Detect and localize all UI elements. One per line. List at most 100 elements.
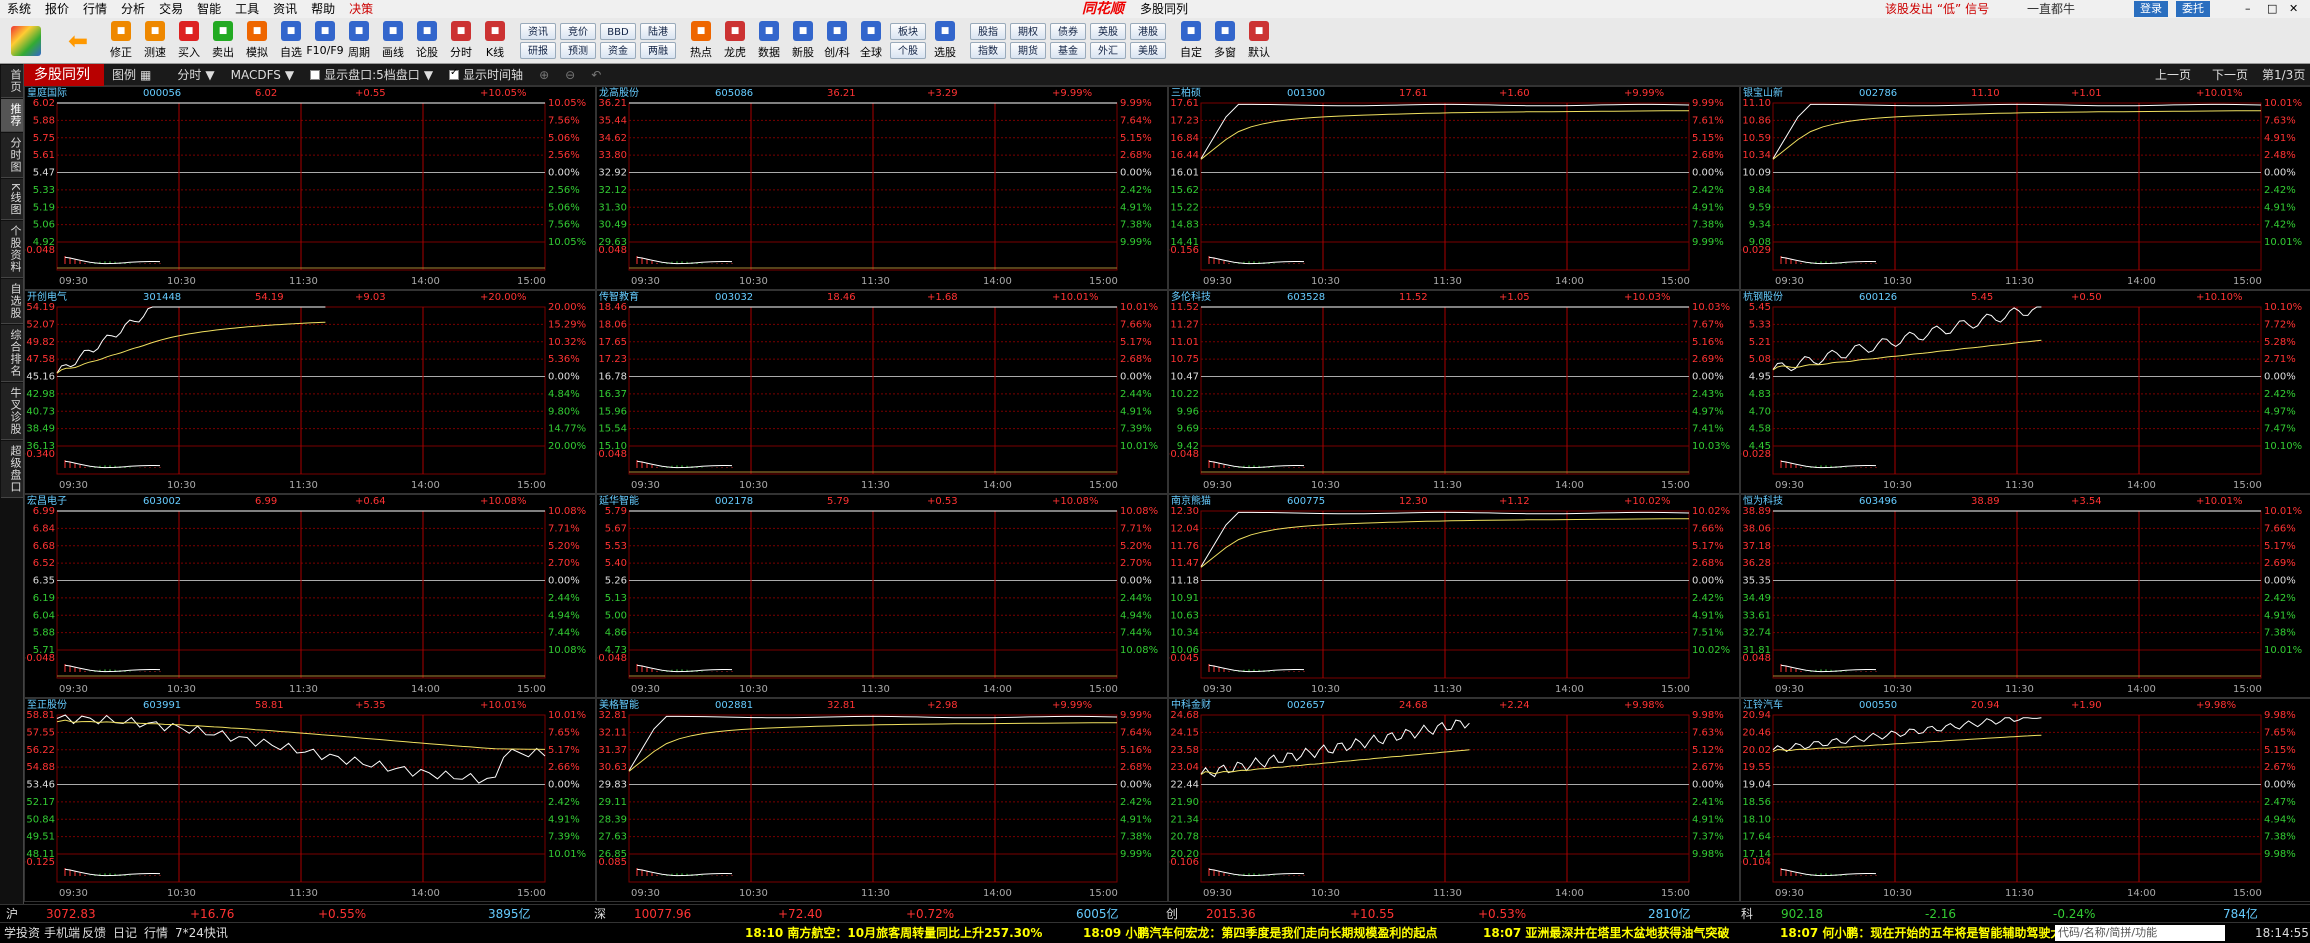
indicator-select[interactable]: MACDFS ▼ <box>223 68 303 82</box>
checkbox[interactable] <box>310 69 321 80</box>
toolbar-pair-button[interactable]: 个股 <box>890 42 926 59</box>
news-headline[interactable]: 18:07 何小鹏：现在开始的五年将是智能辅助驾驶大爆发 <box>1780 923 2086 943</box>
ticker-link-5[interactable]: 7*24快讯 <box>175 923 228 943</box>
back-icon[interactable]: ⬅ <box>52 18 104 64</box>
stock-panel[interactable]: 三柏硕 001300 17.61 +1.60 +9.99% 17.61 9.99% 17.23… <box>1168 86 1740 290</box>
stock-panel[interactable]: 宏昌电子 603002 6.99 +0.64 +10.08% 6.99 10.08% 6.84… <box>24 494 596 698</box>
toolbar-btns2-0[interactable]: ■ 热点 <box>684 18 718 64</box>
ticker-link-0[interactable]: 学投资 <box>4 923 40 943</box>
toolbar-btns1-1[interactable]: ■ 测速 <box>138 18 172 64</box>
index-value[interactable]: 3072.83 <box>46 905 96 923</box>
undo-icon[interactable]: ↶ <box>583 68 609 82</box>
toolbar-pair-button[interactable]: 资金 <box>600 42 636 59</box>
toolbar-btns2-1[interactable]: ■ 龙虎 <box>718 18 752 64</box>
toolbar-btns1-5[interactable]: ■ 自选 <box>274 18 308 64</box>
intraday-chart[interactable]: 11.52 10.03% 11.27 7.67% 11.01 5.16% 10.75 2.69… <box>1169 291 1741 495</box>
checkbox[interactable] <box>449 67 460 80</box>
intraday-chart[interactable]: 17.61 9.99% 17.23 7.61% 16.84 5.15% 16.44 2.68%… <box>1169 87 1741 291</box>
toolbar-pair-button[interactable]: BBD <box>600 23 636 40</box>
stock-panel[interactable]: 传智教育 003032 18.46 +1.68 +10.01% 18.46 10.01% 18… <box>596 290 1168 494</box>
stock-panel[interactable]: 皇庭国际 000056 6.02 +0.55 +10.05% 6.02 10.05% 5.88… <box>24 86 596 290</box>
toolbar-btns3-0[interactable]: ■ 选股 <box>928 18 962 64</box>
layout-select[interactable]: 图例 ▦ <box>104 66 159 83</box>
toolbar-pair-button[interactable]: 债券 <box>1050 23 1086 40</box>
stock-panel[interactable]: 至正股份 603991 58.81 +5.35 +10.01% 58.81 10.01% 57… <box>24 698 596 902</box>
toolbar-btns4-1[interactable]: ■ 多窗 <box>1208 18 1242 64</box>
news-headline[interactable]: 18:10 南方航空：10月旅客周转量同比上升257.30% <box>745 923 1042 943</box>
toolbar-pair-button[interactable]: 基金 <box>1050 42 1086 59</box>
window-close-icon[interactable]: ✕ <box>2289 1 2298 17</box>
prev-page-button[interactable]: 上一页 <box>2155 64 2191 86</box>
intraday-chart[interactable]: 58.81 10.01% 57.55 7.65% 56.22 5.17% 54.88 2.66… <box>25 699 597 903</box>
side-tab-0[interactable]: 首页 <box>1 65 23 98</box>
menu-item-9[interactable]: 决策 <box>342 0 380 18</box>
toolbar-btns2-2[interactable]: ■ 数据 <box>752 18 786 64</box>
ticker-link-3[interactable]: 日记 <box>113 923 137 943</box>
toolbar-btns1-6[interactable]: ■ F10/F9 <box>306 18 344 64</box>
show-timeaxis-toggle[interactable]: 显示时间轴 <box>441 66 531 83</box>
stock-panel[interactable]: 美格智能 002881 32.81 +2.98 +9.99% 32.81 9.99% 32.1… <box>596 698 1168 902</box>
menu-item-8[interactable]: 帮助 <box>304 0 342 18</box>
toolbar-btns1-10[interactable]: ■ 分时 <box>444 18 478 64</box>
toolbar-pair-button[interactable]: 期权 <box>1010 23 1046 40</box>
side-tab-8[interactable]: 超级盘口 <box>1 441 23 499</box>
show-orderbook-toggle[interactable]: 显示盘口:5档盘口 ▼ <box>302 66 441 83</box>
side-tab-1[interactable]: 推荐 <box>1 99 23 132</box>
toolbar-btns1-2[interactable]: ■ 买入 <box>172 18 206 64</box>
menu-item-5[interactable]: 智能 <box>190 0 228 18</box>
window-min-icon[interactable]: – <box>2245 1 2251 17</box>
period-select[interactable]: 分时 ▼ <box>169 66 222 83</box>
intraday-chart[interactable]: 54.19 20.00% 52.07 15.29% 49.82 10.32% 47.58 5.… <box>25 291 597 495</box>
toolbar-pair-button[interactable]: 指数 <box>970 42 1006 59</box>
toolbar-pair-button[interactable]: 板块 <box>890 23 926 40</box>
index-value[interactable]: 10077.96 <box>634 905 691 923</box>
side-tab-5[interactable]: 自选股 <box>1 279 23 325</box>
stock-panel[interactable]: 中科金财 002657 24.68 +2.24 +9.98% 24.68 9.98% 24.1… <box>1168 698 1740 902</box>
menu-item-3[interactable]: 分析 <box>114 0 152 18</box>
toolbar-btns1-11[interactable]: ■ K线 <box>478 18 512 64</box>
stock-panel[interactable]: 开创电气 301448 54.19 +9.03 +20.00% 54.19 20.00% 52… <box>24 290 596 494</box>
menu-item-6[interactable]: 工具 <box>228 0 266 18</box>
intraday-chart[interactable]: 6.99 10.08% 6.84 7.71% 6.68 5.20% 6.52 2.70% 6.3… <box>25 495 597 699</box>
index-value[interactable]: 902.18 <box>1781 905 1823 923</box>
toolbar-btns1-8[interactable]: ■ 画线 <box>376 18 410 64</box>
intraday-chart[interactable]: 32.81 9.99% 32.11 7.64% 31.37 5.16% 30.63 2.68%… <box>597 699 1169 903</box>
toolbar-btns1-9[interactable]: ■ 论股 <box>410 18 444 64</box>
entrust-button[interactable]: 委托 <box>2176 1 2210 17</box>
side-tab-2[interactable]: 分时图 <box>1 133 23 178</box>
menu-item-7[interactable]: 资讯 <box>266 0 304 18</box>
toolbar-btns4-0[interactable]: ■ 自定 <box>1174 18 1208 64</box>
index-value[interactable]: 2015.36 <box>1206 905 1256 923</box>
news-headline[interactable]: 18:07 亚洲最深井在塔里木盆地获得油气突破 <box>1483 923 1729 943</box>
search-input[interactable]: 代码/名称/简拼/功能 <box>2055 925 2225 941</box>
side-tab-4[interactable]: 个股资料 <box>1 221 23 279</box>
toolbar-btns2-3[interactable]: ■ 新股 <box>786 18 820 64</box>
toolbar-btns1-4[interactable]: ■ 模拟 <box>240 18 274 64</box>
ticker-link-4[interactable]: 行情 <box>144 923 168 943</box>
zoom-out-icon[interactable]: ⊖ <box>557 68 583 82</box>
toolbar-pair-button[interactable]: 两融 <box>640 42 676 59</box>
stock-panel[interactable]: 恒为科技 603496 38.89 +3.54 +10.01% 38.89 10.01% 38… <box>1740 494 2310 698</box>
stock-panel[interactable]: 南京熊猫 600775 12.30 +1.12 +10.02% 12.30 10.02% 12… <box>1168 494 1740 698</box>
news-headline[interactable]: 18:09 小鹏汽车何宏龙：第四季度是我们走向长期规模盈利的起点 <box>1083 923 1437 943</box>
toolbar-pair-button[interactable]: 竞价 <box>560 23 596 40</box>
side-tab-6[interactable]: 综合排名 <box>1 325 23 383</box>
layout-icon[interactable] <box>0 18 52 64</box>
toolbar-pair-button[interactable]: 股指 <box>970 23 1006 40</box>
menu-item-4[interactable]: 交易 <box>152 0 190 18</box>
intraday-chart[interactable]: 5.79 10.08% 5.67 7.71% 5.53 5.20% 5.40 2.70% 5.2… <box>597 495 1169 699</box>
intraday-chart[interactable]: 5.45 10.10% 5.33 7.72% 5.21 5.28% 5.08 2.71% 4.9… <box>1741 291 2310 495</box>
toolbar-pair-button[interactable]: 英股 <box>1090 23 1126 40</box>
stock-panel[interactable]: 多伦科技 603528 11.52 +1.05 +10.03% 11.52 10.03% 11… <box>1168 290 1740 494</box>
menu-item-2[interactable]: 行情 <box>76 0 114 18</box>
intraday-chart[interactable]: 36.21 9.99% 35.44 7.64% 34.62 5.15% 33.80 2.68%… <box>597 87 1169 291</box>
intraday-chart[interactable]: 6.02 10.05% 5.88 7.56% 5.75 5.06% 5.61 2.56% 5.4… <box>25 87 597 291</box>
stock-panel[interactable]: 江铃汽车 000550 20.94 +1.90 +9.98% 20.94 9.98% 20.4… <box>1740 698 2310 902</box>
stock-panel[interactable]: 银宝山新 002786 11.10 +1.01 +10.01% 11.10 10.01% 10… <box>1740 86 2310 290</box>
window-max-icon[interactable]: □ <box>2267 1 2277 17</box>
next-page-button[interactable]: 下一页 <box>2212 64 2248 86</box>
toolbar-pair-button[interactable]: 陆港 <box>640 23 676 40</box>
toolbar-pair-button[interactable]: 港股 <box>1130 23 1166 40</box>
intraday-chart[interactable]: 20.94 9.98% 20.46 7.65% 20.02 5.15% 19.55 2.67%… <box>1741 699 2310 903</box>
ticker-link-1[interactable]: 手机端 <box>44 923 80 943</box>
